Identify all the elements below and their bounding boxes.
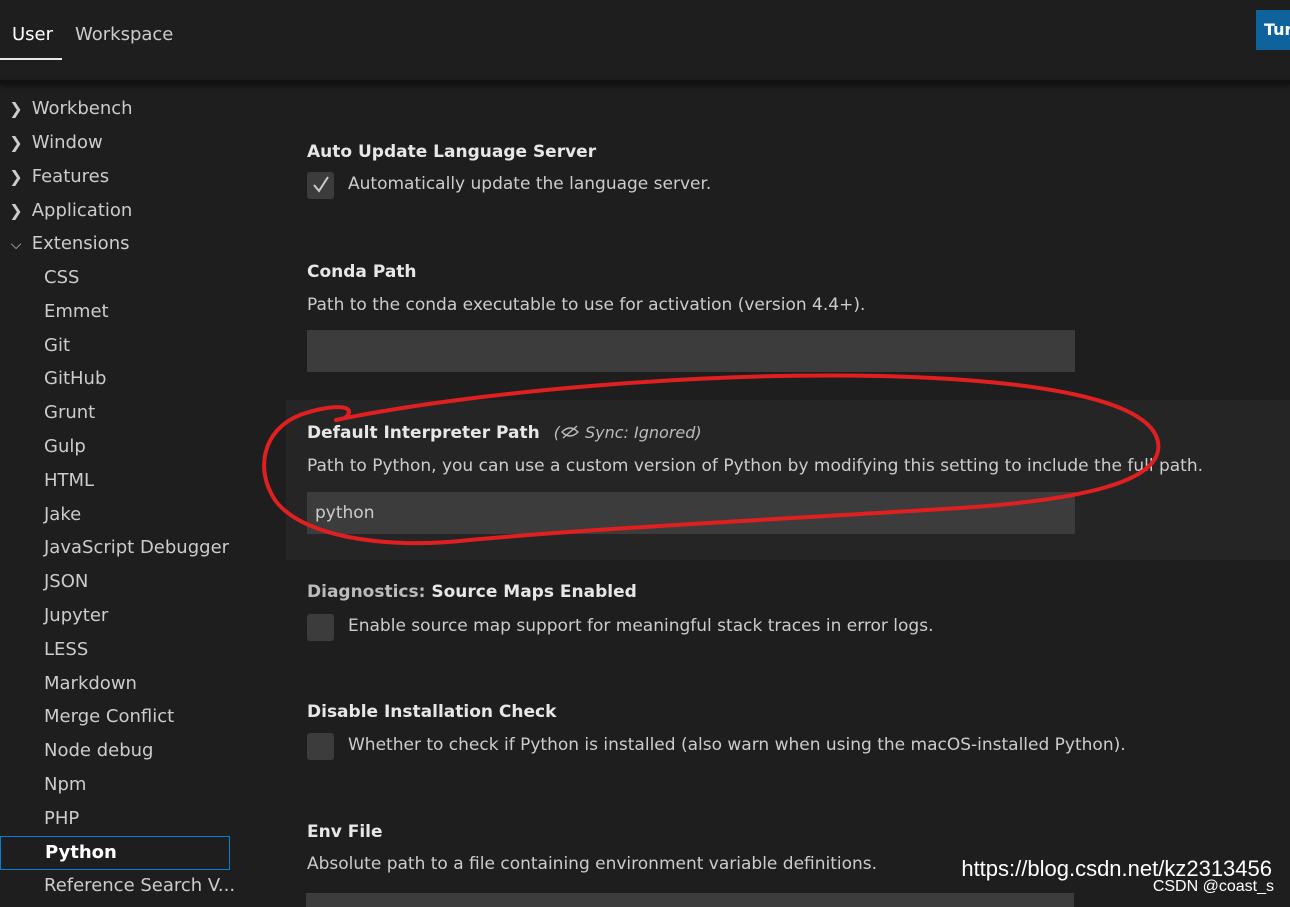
setting-title-text: Source Maps Enabled [431,582,637,602]
toc-item-jake[interactable]: Jake [44,500,81,530]
toc-item-node-debug[interactable]: Node debug [44,736,153,766]
auto-update-checkbox[interactable] [307,172,334,199]
checkbox-label: Enable source map support for meaningful… [348,616,934,636]
setting-conda-path: Conda Path Path to the conda executable … [286,252,1290,382]
toc-item-application[interactable]: ❯ Application [6,196,132,226]
toc-item-less[interactable]: LESS [44,635,88,665]
setting-description: Path to the conda executable to use for … [307,295,866,315]
chevron-right-icon: ❯ [9,167,23,186]
setting-title: Auto Update Language Server [307,142,597,162]
disable-install-check-checkbox[interactable] [307,733,334,760]
setting-disable-installation-check: Disable Installation Check Whether to ch… [286,692,1290,792]
toc-item-features[interactable]: ❯ Features [6,162,109,192]
toc-item-reference-search-v[interactable]: Reference Search V... [44,871,235,901]
toc-item-json[interactable]: JSON [44,567,88,597]
toc-item-merge-conflict[interactable]: Merge Conflict [44,702,174,732]
settings-toc: ❯ Workbench ❯ Window ❯ Features ❯ Applic… [0,92,235,907]
setting-title: Env File [307,822,383,842]
setting-description: Path to Python, you can use a custom ver… [307,456,1204,476]
check-icon [313,176,329,193]
toc-item-grunt[interactable]: Grunt [44,398,95,428]
toc-item-emmet[interactable]: Emmet [44,297,109,327]
setting-title: Disable Installation Check [307,702,557,722]
toc-item-workbench[interactable]: ❯ Workbench [6,94,133,124]
toc-item-label: Application [31,200,133,221]
toc-item-javascript-debugger[interactable]: JavaScript Debugger [44,533,229,563]
toc-item-css[interactable]: CSS [44,263,79,293]
toc-item-markdown[interactable]: Markdown [44,669,137,699]
toc-item-jupyter[interactable]: Jupyter [44,601,108,631]
toc-item-label: Features [31,166,110,187]
turn-on-sync-button[interactable]: Turn [1256,10,1290,50]
setting-diagnostics-source-maps: Diagnostics: Source Maps Enabled Enable … [286,572,1290,672]
toc-item-npm[interactable]: Npm [44,770,86,800]
setting-description: Absolute path to a file containing envir… [307,854,878,874]
watermark-author: CSDN @coast_s [1152,878,1274,895]
chevron-right-icon: ❯ [9,99,23,118]
setting-title-text: Default Interpreter Path [307,423,540,443]
env-file-input[interactable] [306,893,1074,907]
toc-item-label: Window [31,132,103,153]
toc-item-window[interactable]: ❯ Window [6,128,103,158]
settings-header: User Workspace Turn [0,0,1290,80]
toc-item-extensions[interactable]: ⌵ Extensions [6,229,130,259]
toc-item-label: Workbench [31,98,133,119]
settings-list: Auto Update Language Server Automaticall… [286,92,1290,907]
toc-item-github[interactable]: GitHub [44,364,106,394]
default-interpreter-path-input[interactable] [307,492,1075,534]
toc-item-python[interactable]: Python [0,835,230,870]
toc-item-html[interactable]: HTML [44,466,94,496]
checkbox-label: Whether to check if Python is installed … [348,735,1126,755]
toc-item-label: Extensions [31,233,130,254]
setting-title: Conda Path [307,262,417,282]
setting-auto-update-language-server: Auto Update Language Server Automaticall… [286,132,1290,232]
checkbox-label: Automatically update the language server… [348,174,712,194]
header-divider [0,80,1290,84]
settings-editor: User Workspace Turn ❯ Workbench ❯ Window… [0,0,1290,907]
source-maps-checkbox[interactable] [307,614,334,641]
tab-workspace[interactable]: Workspace [75,24,173,45]
chevron-right-icon: ❯ [9,133,23,152]
tab-user[interactable]: User [12,24,53,45]
toc-item-gulp[interactable]: Gulp [44,432,86,462]
setting-title: Default Interpreter Path ( Sync: Ignored… [307,423,702,443]
setting-default-interpreter-path: Default Interpreter Path ( Sync: Ignored… [286,400,1290,560]
setting-title: Diagnostics: Source Maps Enabled [307,582,637,602]
toc-item-git[interactable]: Git [44,331,70,361]
chevron-right-icon: ❯ [9,201,23,220]
active-tab-indicator [0,58,62,60]
setting-category: Diagnostics: [307,582,432,602]
sync-ignored-badge: ( Sync: Ignored) [554,423,702,442]
eye-off-sync-icon [560,425,579,439]
toc-item-php[interactable]: PHP [44,804,79,834]
conda-path-input[interactable] [307,330,1075,372]
sync-tag-label: Sync: Ignored) [584,423,702,442]
chevron-down-icon: ⌵ [10,237,22,253]
